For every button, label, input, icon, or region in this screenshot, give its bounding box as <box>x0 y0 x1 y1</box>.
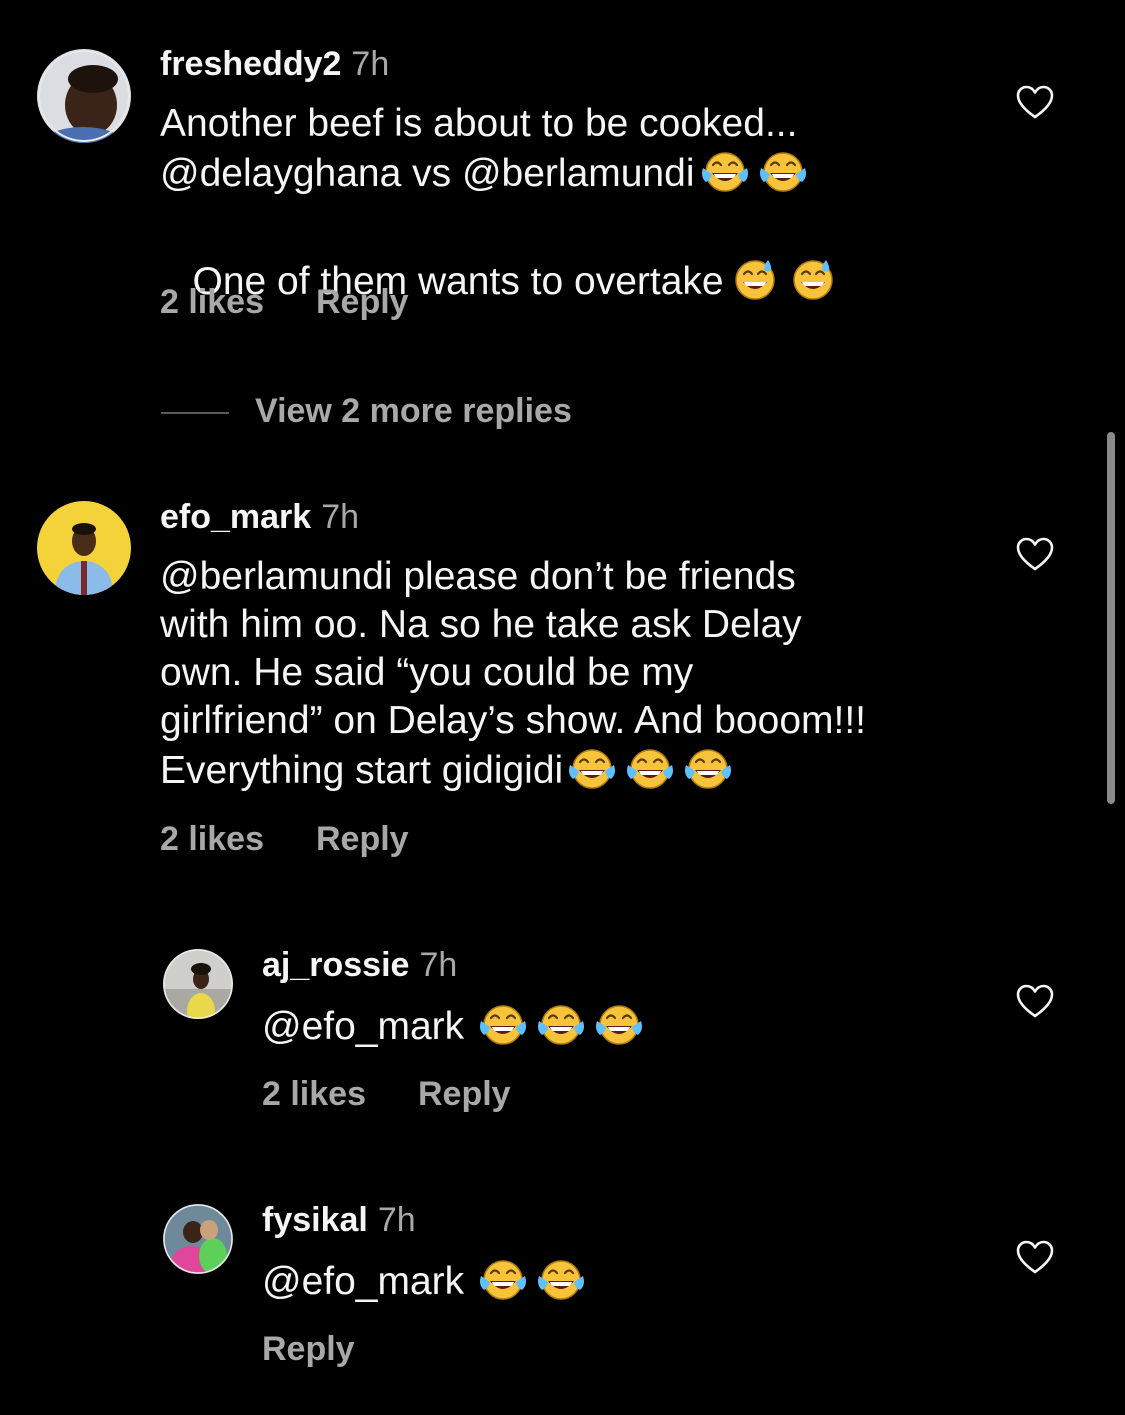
avatar[interactable] <box>163 1204 233 1274</box>
likes-count[interactable]: 2 likes <box>262 1075 366 1113</box>
face-with-tears-of-joy-emoji <box>536 1256 586 1302</box>
comment-timestamp: 7h <box>377 1201 416 1239</box>
comment-line: @delayghana vs @berlamundi <box>160 152 695 195</box>
comment-text: @efo_mark <box>262 1001 644 1051</box>
comment-username[interactable]: fysikal 7h <box>262 1201 416 1240</box>
view-more-replies-label[interactable]: View 2 more replies <box>255 392 572 430</box>
divider <box>161 412 229 415</box>
heart-icon[interactable] <box>1016 984 1054 1020</box>
heart-icon[interactable] <box>1016 85 1054 121</box>
username[interactable]: fysikal <box>262 1201 368 1239</box>
comment-username[interactable]: fresheddy2 7h <box>160 45 389 84</box>
grinning-face-with-sweat-emoji <box>730 256 780 302</box>
reply-button[interactable]: Reply <box>316 283 409 321</box>
comment-text: with him oo. Na so he take ask Delay <box>160 601 802 649</box>
face-with-tears-of-joy-emoji <box>625 745 675 791</box>
comment-text: @delayghana vs @berlamundi <box>160 148 808 198</box>
face-with-tears-of-joy-emoji <box>567 745 617 791</box>
heart-icon[interactable] <box>1016 537 1054 573</box>
comment-username[interactable]: efo_mark 7h <box>160 498 359 537</box>
comment-timestamp: 7h <box>351 45 390 83</box>
avatar[interactable] <box>37 49 131 143</box>
reply-button[interactable]: Reply <box>316 820 409 858</box>
comment-line: @berlamundi please don’t be friends <box>160 555 796 598</box>
face-with-tears-of-joy-emoji <box>478 1256 528 1302</box>
view-more-replies-button[interactable]: View 2 more replies <box>161 392 572 431</box>
face-with-tears-of-joy-emoji <box>478 1001 528 1047</box>
username[interactable]: efo_mark <box>160 498 311 536</box>
likes-count[interactable]: 2 likes <box>160 820 264 858</box>
face-with-tears-of-joy-emoji <box>700 148 750 194</box>
comment-text: Another beef is about to be cooked... <box>160 100 797 148</box>
avatar[interactable] <box>37 501 131 595</box>
comment-text: @berlamundi please don’t be friends <box>160 553 796 601</box>
username[interactable]: aj_rossie <box>262 946 409 984</box>
heart-icon[interactable] <box>1016 1240 1054 1276</box>
reply-button[interactable]: Reply <box>262 1330 355 1368</box>
comment-text: girlfriend” on Delay’s show. And booom!!… <box>160 697 866 745</box>
username[interactable]: fresheddy2 <box>160 45 341 83</box>
avatar[interactable] <box>163 949 233 1019</box>
reply-button[interactable]: Reply <box>418 1075 511 1113</box>
comment-actions: Reply <box>262 1330 355 1369</box>
face-with-tears-of-joy-emoji <box>758 148 808 194</box>
comment-actions: 2 likes Reply <box>160 283 409 322</box>
face-with-tears-of-joy-emoji <box>536 1001 586 1047</box>
comment-line: girlfriend” on Delay’s show. And booom!!… <box>160 699 866 742</box>
comment-line: own. He said “you could be my <box>160 651 694 694</box>
face-with-tears-of-joy-emoji <box>683 745 733 791</box>
comment-actions: 2 likes Reply <box>262 1075 511 1114</box>
comment-line: Everything start gidigidi <box>160 749 564 792</box>
comment-timestamp: 7h <box>321 498 360 536</box>
comment-actions: 2 likes Reply <box>160 820 409 859</box>
comment-line: Another beef is about to be cooked... <box>160 102 798 145</box>
comment-line: @efo_mark <box>262 1260 465 1303</box>
comment-line: @efo_mark <box>262 1005 465 1048</box>
grinning-face-with-sweat-emoji <box>788 256 838 302</box>
comment-line: with him oo. Na so he take ask Delay <box>160 603 802 646</box>
comment-text: Everything start gidigidi <box>160 745 733 795</box>
comment-text: @efo_mark <box>262 1256 586 1306</box>
comment-text: own. He said “you could be my <box>160 649 693 697</box>
comment-timestamp: 7h <box>419 946 458 984</box>
comment-username[interactable]: aj_rossie 7h <box>262 946 457 985</box>
scrollbar[interactable] <box>1107 432 1115 804</box>
likes-count[interactable]: 2 likes <box>160 283 264 321</box>
face-with-tears-of-joy-emoji <box>594 1001 644 1047</box>
